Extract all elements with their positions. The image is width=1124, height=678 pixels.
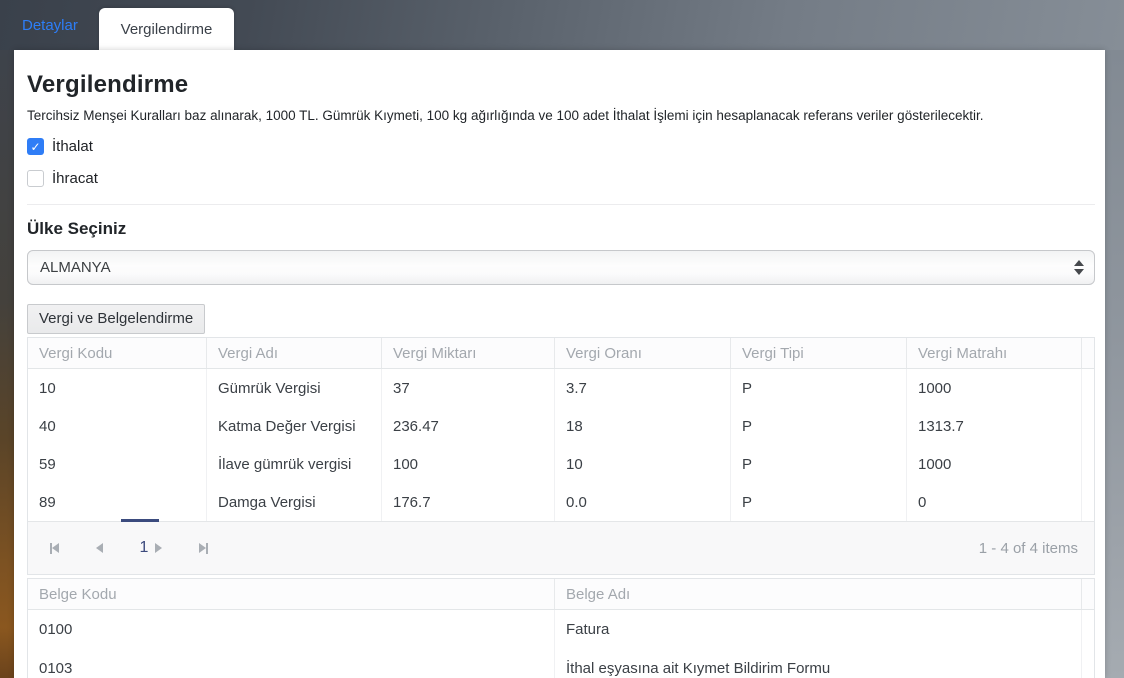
cell-vergi-matrahi: 1000 (906, 445, 1081, 483)
tax-table-header-row: Vergi Kodu Vergi Adı Vergi Miktarı Vergi… (28, 338, 1094, 369)
select-stepper-icon (1074, 260, 1084, 275)
column-header-vergi-tipi: Vergi Tipi (730, 338, 906, 368)
ihracat-checkbox-label: İhracat (52, 170, 98, 187)
tab-detaylar[interactable]: Detaylar (22, 0, 78, 50)
document-table: Belge Kodu Belge Adı 0100 Fatura 0103 İt… (27, 578, 1095, 678)
column-header-vergi-adi: Vergi Adı (206, 338, 381, 368)
cell-filler (1081, 407, 1096, 445)
cell-vergi-tipi: P (730, 369, 906, 407)
cell-vergi-orani: 0.0 (554, 483, 730, 521)
document-table-header-row: Belge Kodu Belge Adı (28, 579, 1094, 610)
cell-belge-adi: Fatura (554, 610, 1081, 649)
vergi-ve-belgelendirme-tab[interactable]: Vergi ve Belgelendirme (27, 304, 205, 334)
country-select[interactable]: ALMANYA (27, 250, 1095, 285)
cell-vergi-tipi: P (730, 483, 906, 521)
cell-vergi-adi: Damga Vergisi (206, 483, 381, 521)
cell-filler (1081, 649, 1096, 678)
cell-vergi-miktari: 100 (381, 445, 554, 483)
cell-filler (1081, 483, 1096, 521)
tax-table: Vergi Kodu Vergi Adı Vergi Miktarı Vergi… (27, 337, 1095, 575)
column-header-filler (1081, 579, 1096, 609)
cell-filler (1081, 445, 1096, 483)
column-header-vergi-kodu: Vergi Kodu (28, 338, 206, 368)
column-header-filler (1081, 338, 1096, 368)
cell-vergi-matrahi: 1000 (906, 369, 1081, 407)
cell-vergi-miktari: 37 (381, 369, 554, 407)
cell-vergi-tipi: P (730, 445, 906, 483)
prev-page-icon[interactable] (92, 541, 106, 555)
cell-vergi-orani: 18 (554, 407, 730, 445)
table-row: 89 Damga Vergisi 176.7 0.0 P 0 (28, 483, 1094, 521)
tab-vergilendirme[interactable]: Vergilendirme (99, 8, 234, 50)
content-panel: Vergilendirme Tercihsiz Menşei Kuralları… (14, 50, 1105, 678)
cell-vergi-miktari: 176.7 (381, 483, 554, 521)
pager-info: 1 - 4 of 4 items (979, 540, 1078, 557)
cell-vergi-orani: 3.7 (554, 369, 730, 407)
background-right-strip (1105, 50, 1124, 678)
country-select-value: ALMANYA (40, 259, 111, 276)
table-row: 0103 İthal eşyasına ait Kıymet Bildirim … (28, 649, 1094, 678)
cell-vergi-adi: Gümrük Vergisi (206, 369, 381, 407)
cell-belge-adi: İthal eşyasına ait Kıymet Bildirim Formu (554, 649, 1081, 678)
background-left-strip (0, 50, 14, 678)
column-header-belge-adi: Belge Adı (554, 579, 1081, 609)
cell-vergi-matrahi: 1313.7 (906, 407, 1081, 445)
cell-belge-kodu: 0103 (28, 649, 554, 678)
cell-vergi-orani: 10 (554, 445, 730, 483)
page-title: Vergilendirme (27, 71, 1095, 99)
column-header-vergi-miktari: Vergi Miktarı (381, 338, 554, 368)
ihracat-checkbox[interactable] (27, 170, 44, 187)
ithalat-checkbox-label: İthalat (52, 138, 93, 155)
column-header-vergi-matrahi: Vergi Matrahı (906, 338, 1081, 368)
cell-vergi-adi: İlave gümrük vergisi (206, 445, 381, 483)
table-row: 59 İlave gümrük vergisi 100 10 P 1000 (28, 445, 1094, 483)
country-section-heading: Ülke Seçiniz (27, 219, 1095, 239)
table-row: 10 Gümrük Vergisi 37 3.7 P 1000 (28, 369, 1094, 407)
cell-vergi-kodu: 89 (28, 483, 206, 521)
cell-vergi-kodu: 40 (28, 407, 206, 445)
cell-vergi-kodu: 59 (28, 445, 206, 483)
page-description: Tercihsiz Menşei Kuralları baz alınarak,… (27, 108, 1095, 123)
tax-table-pager: 1 1 - 4 of 4 items (28, 521, 1094, 574)
cell-vergi-matrahi: 0 (906, 483, 1081, 521)
ithalat-checkbox[interactable]: ✓ (27, 138, 44, 155)
table-row: 0100 Fatura (28, 610, 1094, 649)
next-page-icon[interactable] (151, 541, 165, 555)
cell-vergi-miktari: 236.47 (381, 407, 554, 445)
divider (27, 204, 1095, 205)
column-header-belge-kodu: Belge Kodu (28, 579, 554, 609)
current-page-number[interactable]: 1 (137, 539, 151, 557)
ithalat-checkbox-row: ✓ İthalat (27, 138, 1095, 155)
last-page-icon[interactable] (196, 541, 210, 555)
table-row: 40 Katma Değer Vergisi 236.47 18 P 1313.… (28, 407, 1094, 445)
cell-vergi-adi: Katma Değer Vergisi (206, 407, 381, 445)
horizontal-scrollbar-thumb[interactable] (121, 519, 159, 522)
ihracat-checkbox-row: İhracat (27, 170, 1095, 187)
cell-filler (1081, 610, 1096, 649)
column-header-vergi-orani: Vergi Oranı (554, 338, 730, 368)
cell-vergi-kodu: 10 (28, 369, 206, 407)
cell-vergi-tipi: P (730, 407, 906, 445)
cell-filler (1081, 369, 1096, 407)
first-page-icon[interactable] (47, 541, 61, 555)
cell-belge-kodu: 0100 (28, 610, 554, 649)
